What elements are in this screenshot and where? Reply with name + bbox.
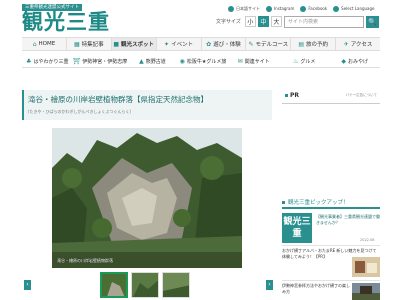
thumbnail[interactable] xyxy=(100,272,128,298)
shrine-icon: ⛩ xyxy=(72,57,81,65)
nav-model-course[interactable]: ✎ モデルコース xyxy=(246,38,292,50)
font-size-switcher: 文字サイズ 小 中 大 xyxy=(216,16,282,27)
language-icon xyxy=(333,5,340,12)
leaf-icon: ♣ xyxy=(26,57,32,65)
pickup-header: 観光三重ピックアップ！ xyxy=(282,197,380,209)
top-link-facebook[interactable]: Facebook xyxy=(300,5,327,12)
subnav-ise-shima[interactable]: ⛩ 伊勢神宮・伊勢志摩 xyxy=(73,55,128,67)
pickup-item-link[interactable]: 伊勢神宮参拝方法やおかげ横丁の楽しみ方 xyxy=(282,283,352,295)
travel-icon: ▤ xyxy=(298,40,305,48)
next-arrow[interactable]: › xyxy=(266,280,273,290)
nav-activities[interactable]: ✿ 遊び・体験 xyxy=(202,38,247,50)
subnav-quick-guide[interactable]: ♣ はやわかり三重 xyxy=(22,55,73,67)
food-icon: ♨ xyxy=(292,57,299,65)
thumbnail-strip xyxy=(100,272,190,298)
divider xyxy=(282,280,380,281)
top-link-language[interactable]: Select Language xyxy=(333,5,375,12)
page-title: 滝谷・檜原の川岸岩壁植物群落【県指定天然記念物】 xyxy=(28,95,208,104)
main-photo xyxy=(52,128,242,268)
pickup-item-image[interactable] xyxy=(352,283,380,300)
top-link-japanese[interactable]: 日本語サイト xyxy=(228,5,260,12)
pickup-item-link[interactable]: 【観光事業者】三重県観光連盟で働きませんか？ xyxy=(316,214,380,226)
font-size-label: 文字サイズ xyxy=(216,19,241,25)
header: 三重県観光連盟公式サイト 観光三重 日本語サイト Instagram Faceb… xyxy=(0,0,400,36)
font-size-large-button[interactable]: 大 xyxy=(270,16,282,27)
prev-arrow[interactable]: ‹ xyxy=(24,280,31,290)
square-bullet-icon xyxy=(282,200,285,204)
pickup-item-image[interactable] xyxy=(352,257,380,277)
pickup-title: 観光三重ピックアップ！ xyxy=(288,200,349,206)
event-icon: ✦ xyxy=(164,40,170,48)
nav-travel-booking[interactable]: ▤ 旅の予約 xyxy=(291,38,337,50)
square-bullet-icon xyxy=(285,93,288,97)
subnav-matsusaka-gourmet[interactable]: ◉ 松阪牛★グルメ旅 xyxy=(178,55,229,67)
facebook-icon xyxy=(300,5,307,12)
top-links: 日本語サイト Instagram Facebook Select Languag… xyxy=(228,5,375,12)
top-link-instagram[interactable]: Instagram xyxy=(266,5,294,12)
subnav-kumano-kodo[interactable]: ▲ 熊野古道 xyxy=(127,55,178,67)
search-input[interactable]: サイト内検索 xyxy=(284,16,364,28)
pr-header: PR バナー広告について xyxy=(282,88,380,102)
chevron-left-icon: ‹ xyxy=(26,281,29,288)
thumbnail[interactable] xyxy=(162,272,190,298)
kumano-icon: ▲ xyxy=(139,57,144,65)
pickup-logo[interactable]: 観光三重 xyxy=(282,213,312,243)
nav-features[interactable]: ▦ 特集記事 xyxy=(67,38,112,50)
globe-icon xyxy=(228,5,234,12)
spot-icon: ■ xyxy=(113,40,120,48)
pr-label: PR xyxy=(290,91,300,99)
news-icon: ▦ xyxy=(73,40,80,48)
sub-nav: ♣ はやわかり三重 ⛩ 伊勢神宮・伊勢志摩 ▲ 熊野古道 ◉ 松阪牛★グルメ旅 ✉ 関連サ… xyxy=(22,55,380,68)
main-nav: ⌂ HOME ▦ 特集記事 ■ 観光スポット ✦ イベント ✿ 遊び・体験 ✎ モデルコース… xyxy=(22,37,380,51)
instagram-icon xyxy=(266,5,272,12)
divider xyxy=(282,245,380,246)
page-title-box: 滝谷・檜原の川岸岩壁植物群落【県指定天然記念物】 (たきや・ひばらのかわぎしがん… xyxy=(22,90,272,120)
home-icon: ⌂ xyxy=(32,40,37,48)
souvenir-icon: ◆ xyxy=(341,57,347,65)
nav-access[interactable]: ✈ アクセス xyxy=(336,38,380,50)
thumbnail[interactable] xyxy=(131,272,159,298)
access-icon: ✈ xyxy=(343,40,349,48)
font-size-medium-button[interactable]: 中 xyxy=(257,16,269,27)
search-icon: 🔍 xyxy=(368,18,377,26)
subnav-gourmet[interactable]: ♨ グルメ xyxy=(279,55,330,67)
pr-about-link[interactable]: バナー広告について xyxy=(346,93,377,98)
subnav-related-sites[interactable]: ✉ 関連サイト xyxy=(228,55,279,67)
nav-spots[interactable]: ■ 観光スポット xyxy=(111,38,157,50)
photo-caption: 滝谷・檜原の川岸岩壁植物群落 xyxy=(57,258,113,263)
nav-events[interactable]: ✦ イベント xyxy=(157,38,202,50)
subnav-souvenirs[interactable]: ◆ おみやげ xyxy=(329,55,380,67)
page-subtitle: (たきや・ひばらのかわぎしがんぺきしょくぶつぐんらく) xyxy=(28,109,132,114)
search-button[interactable]: 🔍 xyxy=(366,16,379,28)
related-icon: ✉ xyxy=(237,57,243,65)
course-icon: ✎ xyxy=(248,40,254,48)
gourmet-icon: ◉ xyxy=(179,57,185,65)
nav-home[interactable]: ⌂ HOME xyxy=(22,38,67,50)
font-size-small-button[interactable]: 小 xyxy=(244,16,256,27)
site-logo[interactable]: 観光三重 xyxy=(22,11,110,33)
pickup-item-date: 2022.08 xyxy=(360,238,375,242)
divider xyxy=(282,103,380,104)
activity-icon: ✿ xyxy=(206,40,212,48)
chevron-right-icon: › xyxy=(268,281,271,288)
